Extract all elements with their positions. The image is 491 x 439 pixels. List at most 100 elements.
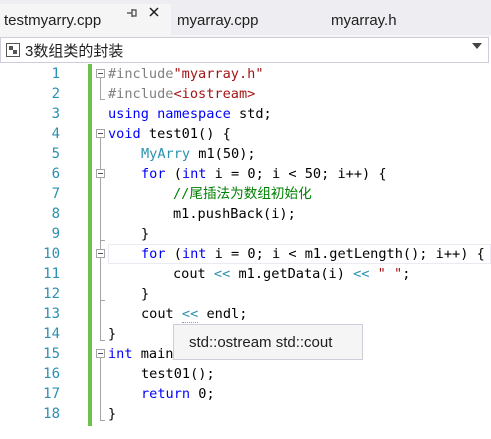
tab-label: myarray.cpp (177, 11, 259, 29)
keyword: for (141, 246, 166, 262)
code-line[interactable]: for (int i = 0; i < 50; i++) { (141, 164, 387, 184)
code-line[interactable]: cout << m1.getData(i) << " "; (173, 264, 410, 284)
code-line[interactable]: for (int i = 0; i < m1.getLength(); i++)… (141, 244, 485, 264)
code-text: cout (173, 266, 214, 282)
outline-guide (100, 420, 105, 421)
line-number: 12 (43, 286, 60, 302)
line-number: 8 (51, 206, 60, 222)
tab-label: myarray.h (331, 11, 397, 29)
code-line[interactable]: } (108, 324, 116, 344)
tooltip-text: std::ostream std::cout (189, 333, 333, 351)
code-text: endl; (198, 306, 248, 322)
tab-bar: testmyarry.cpp myarray.cpp myarray.h (0, 0, 491, 37)
close-icon[interactable] (148, 5, 160, 22)
code-line[interactable]: //尾插法为数组初始化 (173, 184, 312, 204)
tab-testmyarry-cpp[interactable]: testmyarry.cpp (0, 4, 171, 36)
scope-label: 3数组类的封装 (25, 42, 124, 60)
pin-icon[interactable] (126, 7, 138, 22)
line-number: 4 (51, 126, 60, 142)
code-text: 0; (190, 386, 215, 402)
line-number: 5 (51, 146, 60, 162)
keyword: using namespace (108, 106, 231, 122)
line-number: 13 (43, 306, 60, 322)
outline-guide (100, 99, 105, 100)
code-text: i = 0; i < m1.getLength(); i++) { (206, 246, 485, 262)
keyword: int (181, 166, 207, 182)
code-editor[interactable]: 1 2 3 4 5 6 7 8 9 10 11 12 13 14 15 16 1… (0, 63, 491, 439)
dropdown-arrow-button[interactable] (466, 38, 488, 62)
line-number: 11 (43, 266, 60, 282)
outline-guide (100, 240, 105, 241)
code-line[interactable]: using namespace std; (108, 104, 272, 124)
keyword: for (141, 166, 166, 182)
preprocessor: #include (108, 86, 174, 102)
keyword: void (108, 126, 141, 142)
tab-myarray-cpp[interactable]: myarray.cpp (177, 4, 258, 36)
code-text: ( (165, 246, 182, 262)
code-line[interactable]: #include"myarray.h" (108, 64, 264, 84)
keyword: int (108, 346, 133, 362)
code-text: } (141, 226, 150, 242)
keyword: return (141, 386, 191, 402)
line-number: 17 (43, 386, 60, 402)
code-line[interactable]: } (141, 284, 149, 304)
operator: << (213, 266, 231, 282)
code-text: m1.getData(i) (230, 266, 354, 282)
tab-label: testmyarry.cpp (4, 11, 102, 29)
code-line[interactable]: #include<iostream> (108, 84, 255, 104)
code-line[interactable]: MyArry m1(50); (141, 144, 256, 164)
code-line[interactable]: } (108, 404, 116, 424)
code-line[interactable]: m1.pushBack(i); (173, 204, 296, 224)
outline-guide (100, 78, 101, 99)
code-text: cout (141, 306, 182, 322)
include-string: "myarray.h" (173, 66, 264, 82)
code-text: test01() { (140, 126, 231, 142)
operator: << (353, 266, 370, 282)
collapse-icon[interactable] (96, 169, 105, 178)
string-literal: " " (377, 266, 403, 282)
include-string: <iostream> (173, 86, 256, 102)
line-number: 6 (51, 166, 60, 182)
keyword: int (181, 246, 207, 262)
code-line[interactable]: } (141, 224, 149, 244)
comment: //尾插法为数组初始化 (173, 186, 312, 202)
code-text: test01(); (141, 366, 215, 382)
code-line[interactable]: cout << endl; (141, 304, 247, 324)
line-number: 10 (43, 246, 60, 262)
collapse-icon[interactable] (96, 69, 105, 78)
collapse-icon[interactable] (96, 249, 105, 258)
code-text: i = 0; i < 50; i++) { (206, 166, 387, 182)
code-text: m1(50); (190, 146, 256, 162)
line-number: 14 (43, 326, 60, 342)
outline-guide (100, 300, 105, 301)
code-text: std; (230, 106, 272, 122)
line-number: 7 (51, 186, 60, 202)
code-text: } (141, 286, 150, 302)
chevron-down-icon (472, 43, 482, 49)
preprocessor: #include (108, 66, 174, 82)
scope-dropdown[interactable]: 3数组类的封装 (0, 37, 489, 63)
line-number: 9 (51, 226, 60, 242)
line-number: 3 (51, 106, 60, 122)
code-text: } (108, 406, 117, 422)
line-number: 15 (43, 346, 60, 362)
collapse-icon[interactable] (96, 349, 105, 358)
code-line[interactable]: void test01() { (108, 124, 231, 144)
outline-guide (100, 340, 105, 341)
code-line[interactable]: test01(); (141, 364, 215, 384)
code-text: ( (165, 166, 182, 182)
line-number: 1 (51, 66, 60, 82)
outline-guide (100, 358, 101, 420)
line-number: 18 (43, 406, 60, 422)
collapse-icon[interactable] (96, 129, 105, 138)
change-tracking-bar (88, 64, 92, 426)
code-text: ; (402, 266, 411, 282)
quick-info-tooltip: std::ostream std::cout (173, 324, 363, 360)
type-name: MyArry (141, 146, 191, 162)
code-line[interactable]: return 0; (141, 384, 215, 404)
scope-icon (6, 43, 20, 57)
line-number: 16 (43, 366, 60, 382)
code-text: } (108, 326, 117, 342)
tab-myarray-h[interactable]: myarray.h (331, 4, 397, 36)
